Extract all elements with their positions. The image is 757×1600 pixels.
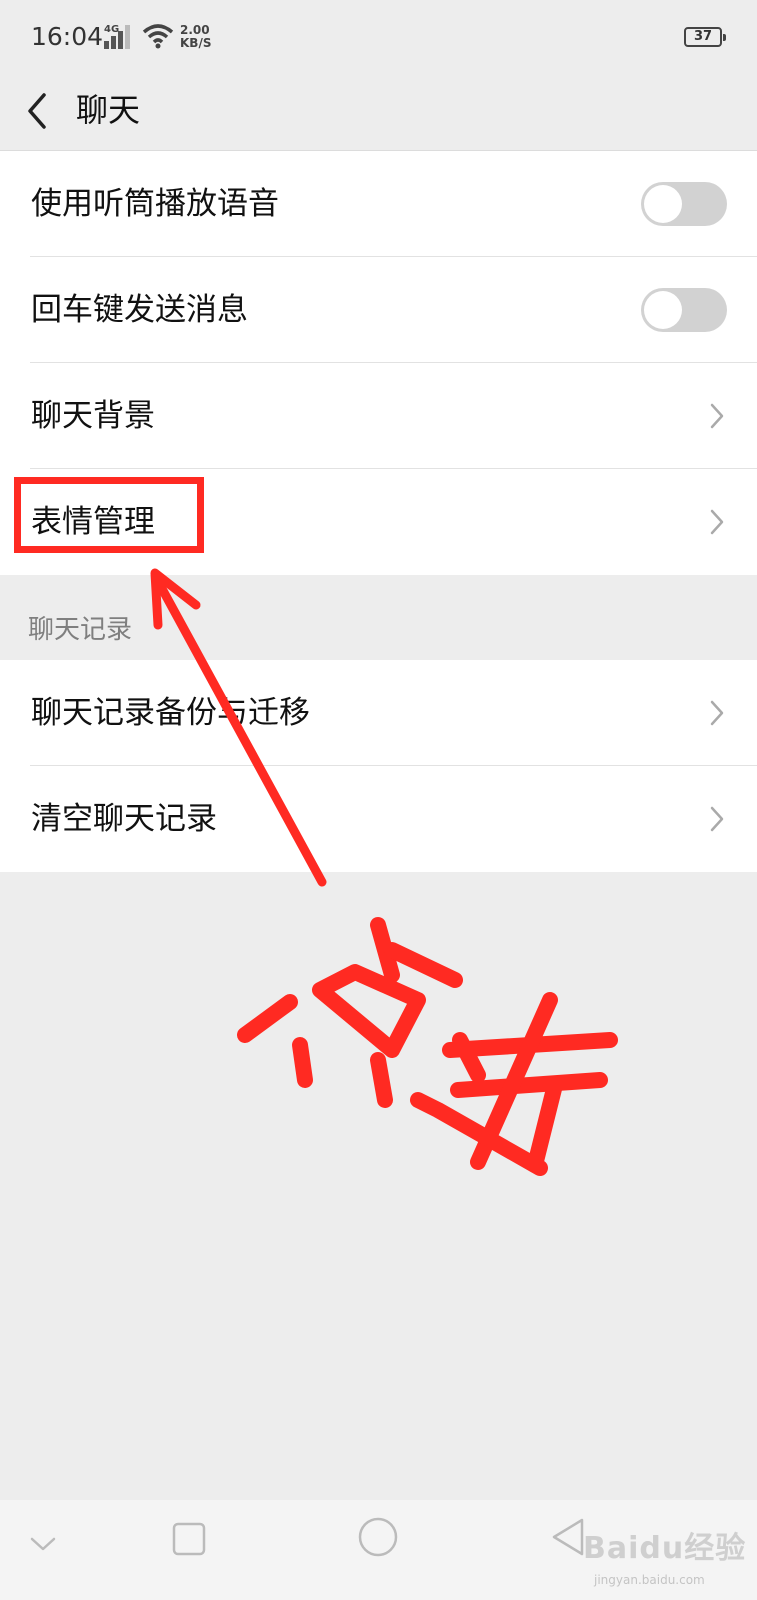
network-type: 4G [104,24,120,35]
earpiece-toggle[interactable] [641,182,727,226]
toggle-knob [644,291,682,329]
watermark-logo: Baidu经验 [583,1531,747,1566]
wifi-icon [142,24,174,49]
chevron-right-icon [710,403,724,429]
toggle-knob [644,185,682,223]
network-speed: 2.00 KB/S [180,24,211,50]
status-bar: 16:04 4G 2.00 KB/S 37 [0,0,757,74]
setting-row-clear-history[interactable]: 清空聊天记录 [0,766,757,872]
page-title: 聊天 [76,91,141,129]
circle-icon[interactable] [355,1514,401,1560]
square-icon[interactable] [170,1520,208,1558]
setting-label: 聊天记录备份与迁移 [31,695,310,731]
setting-label: 清空聊天记录 [31,801,217,837]
chevron-right-icon [710,509,724,535]
setting-row-earpiece[interactable]: 使用听筒播放语音 [0,151,757,257]
section-header-chat-history: 聊天记录 [28,615,133,645]
chevron-right-icon [710,700,724,726]
setting-row-chat-background[interactable]: 聊天背景 [0,363,757,469]
watermark-url: jingyan.baidu.com [594,1573,705,1587]
setting-label: 使用听筒播放语音 [31,186,279,222]
setting-label: 聊天背景 [31,398,155,434]
speed-unit: KB/S [180,36,212,50]
back-triangle-icon[interactable] [548,1516,588,1558]
nav-bar: 聊天 [0,74,757,150]
down-icon[interactable] [28,1528,58,1558]
enter-send-toggle[interactable] [641,288,727,332]
highlight-box [14,477,204,553]
setting-row-enter-send[interactable]: 回车键发送消息 [0,257,757,363]
battery-icon: 37 [684,27,726,47]
status-time: 16:04 [31,22,104,51]
chevron-right-icon [710,806,724,832]
battery-level: 37 [693,29,713,44]
setting-label: 回车键发送消息 [31,292,248,328]
setting-row-backup-migrate[interactable]: 聊天记录备份与迁移 [0,660,757,766]
settings-group-chat-history: 聊天记录备份与迁移 清空聊天记录 [0,660,757,872]
chevron-left-icon[interactable] [22,84,58,138]
